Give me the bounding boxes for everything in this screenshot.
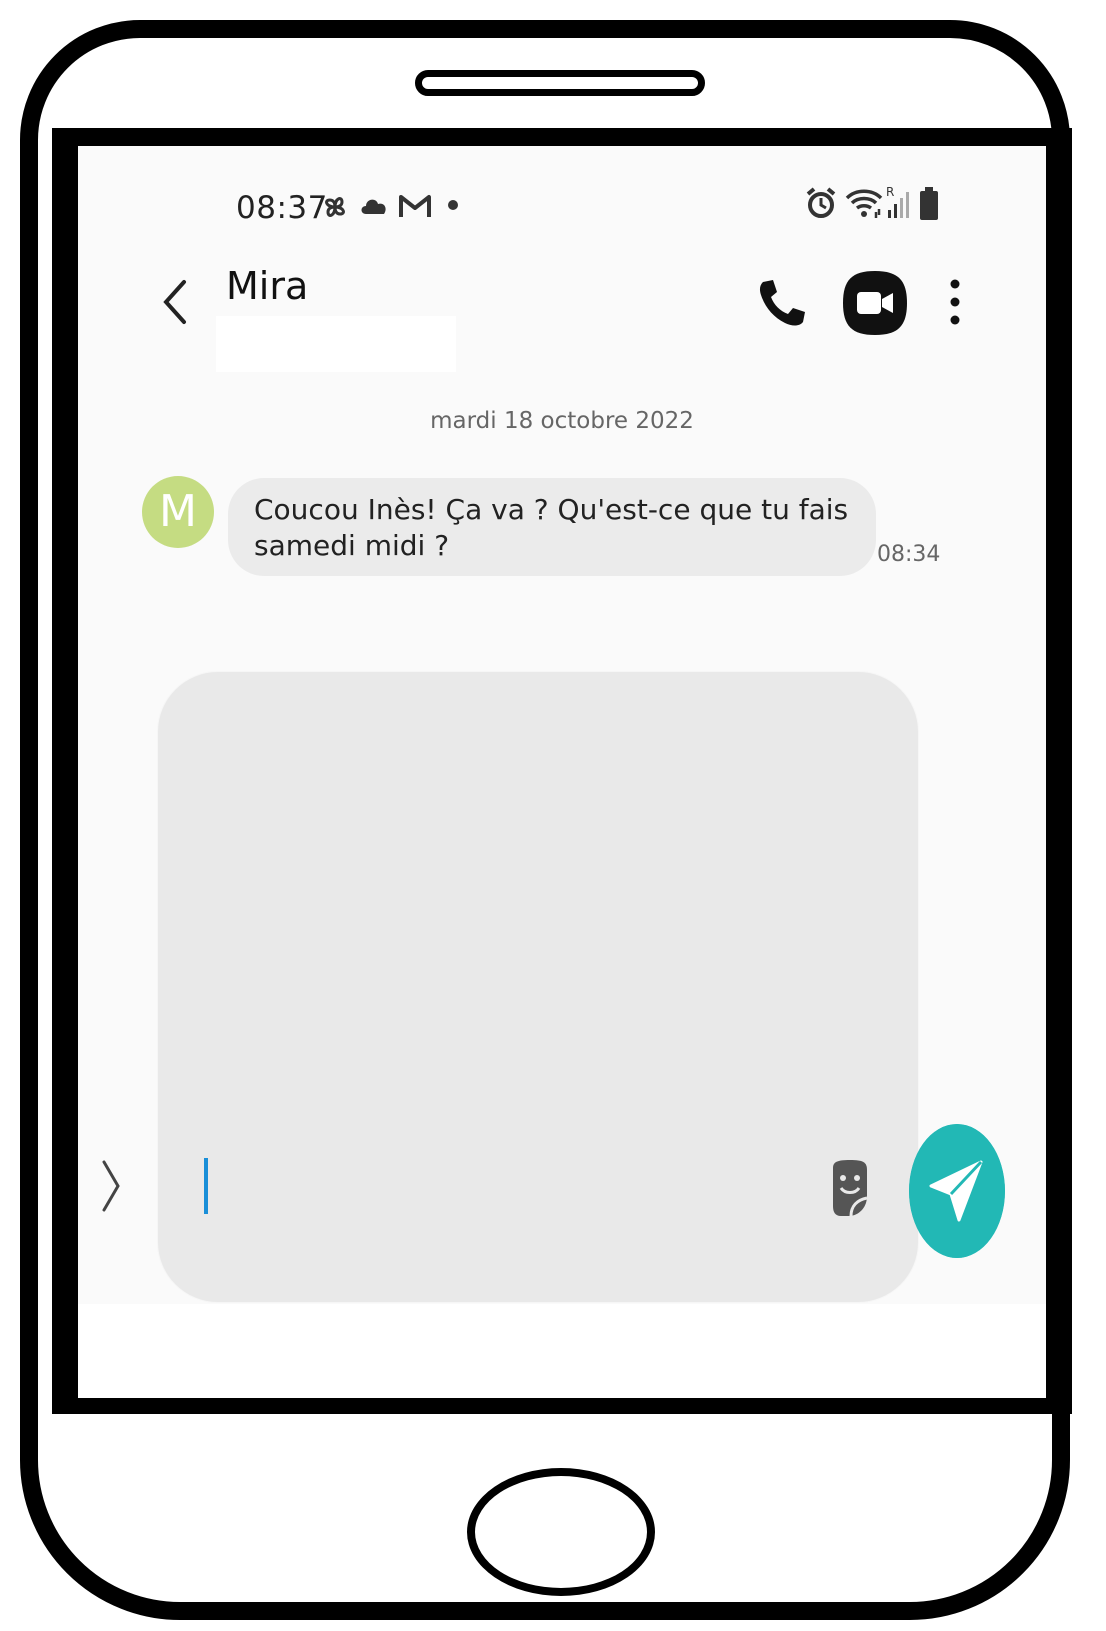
cloud-icon: [361, 199, 386, 214]
home-button[interactable]: [467, 1468, 655, 1596]
redacted-subtitle: [216, 316, 456, 372]
text-caret: [204, 1158, 208, 1214]
pinwheel-icon: [325, 197, 345, 217]
dot-icon: [448, 200, 458, 210]
battery-icon: [920, 187, 938, 220]
status-time: 08:37: [236, 190, 328, 226]
video-call-icon[interactable]: [840, 268, 910, 338]
message-input[interactable]: [200, 1158, 764, 1220]
alarm-icon: [806, 187, 836, 218]
more-vert-icon[interactable]: [945, 274, 965, 330]
message-time: 08:34: [877, 542, 941, 567]
back-button[interactable]: [156, 274, 196, 330]
send-button[interactable]: [909, 1124, 1005, 1258]
chevron-right-icon[interactable]: [96, 1156, 126, 1216]
contact-name: Mira: [226, 264, 309, 308]
wifi-icon: [845, 189, 883, 218]
signal-roaming-icon: R: [886, 185, 909, 218]
phone-speaker: [415, 70, 705, 96]
sticker-icon[interactable]: [827, 1158, 873, 1220]
message-bubble[interactable]: Coucou Inès! Ça va ? Qu'est-ce que tu fa…: [228, 478, 876, 576]
gmail-icon: [399, 195, 431, 217]
phone-icon[interactable]: [755, 276, 807, 332]
date-separator: mardi 18 octobre 2022: [430, 408, 694, 434]
avatar[interactable]: M: [142, 476, 214, 548]
bottom-blank-area: [78, 1304, 1046, 1398]
svg-text:R: R: [886, 185, 894, 199]
phone-screen: 08:37 R Mira mardi 18 octobre 2022 M Cou…: [78, 146, 1046, 1398]
